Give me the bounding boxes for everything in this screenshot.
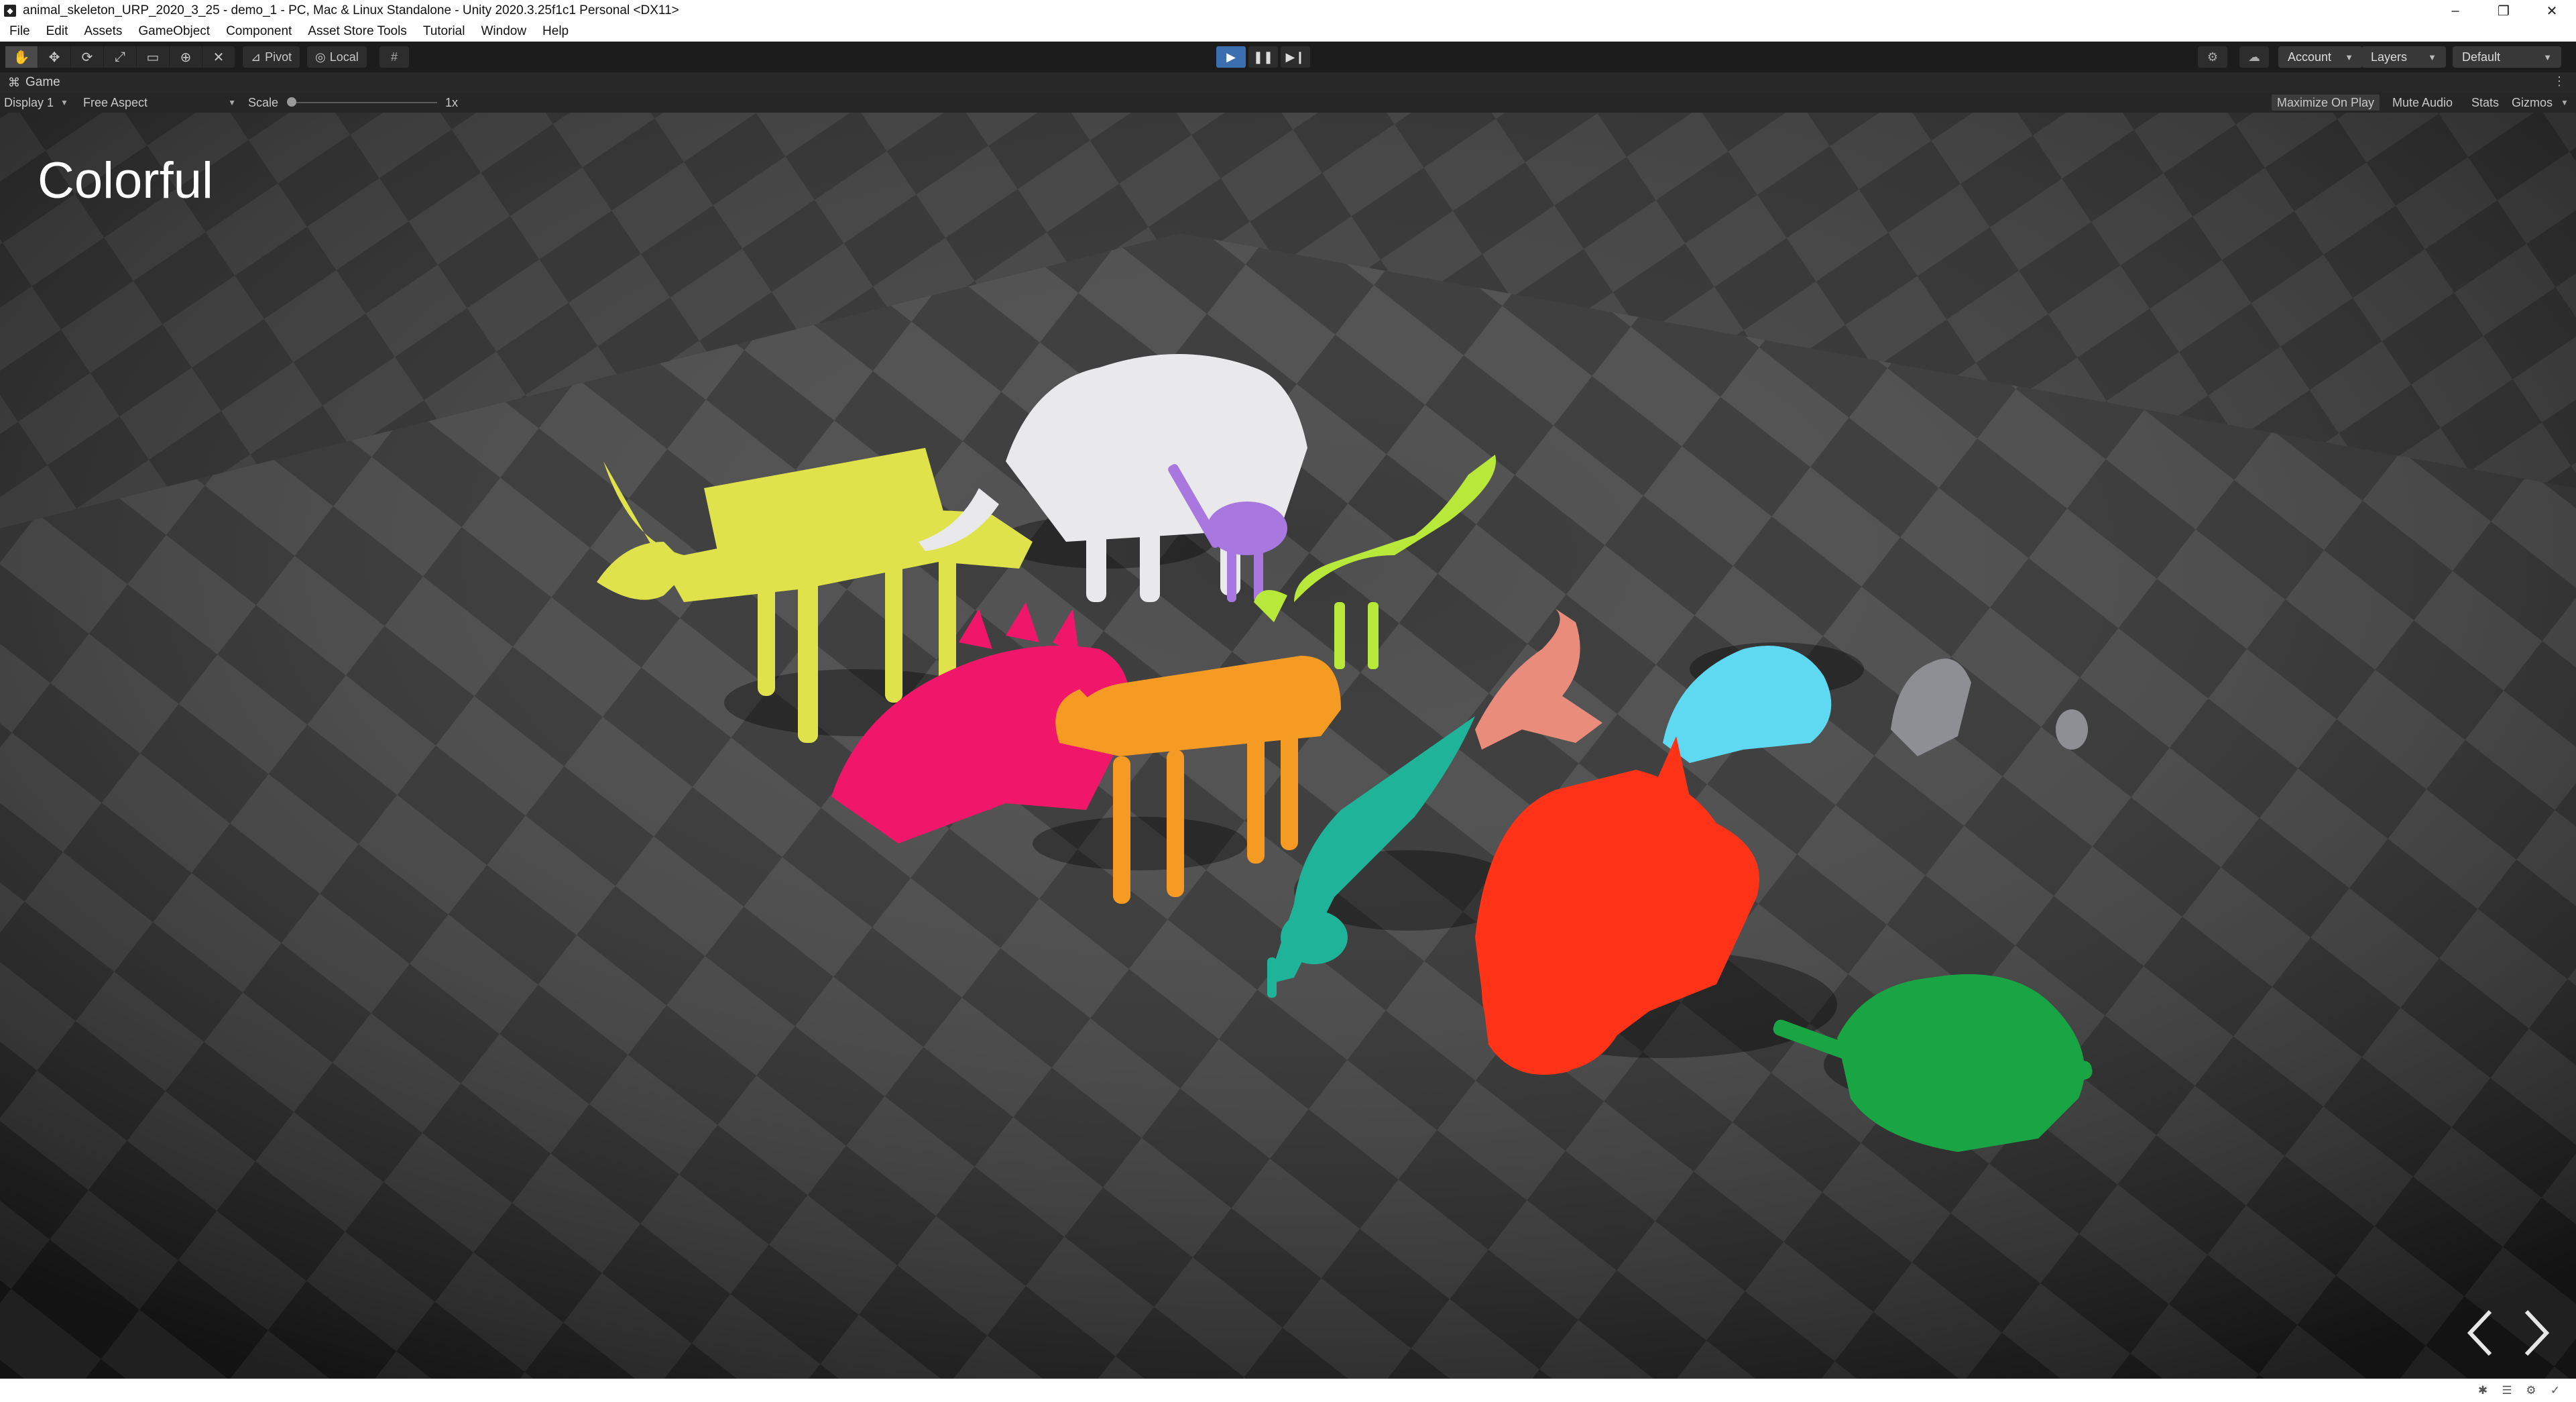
menu-tutorial[interactable]: Tutorial [423, 24, 465, 39]
transform-tool-icon[interactable]: ⊕ [170, 46, 202, 68]
scene-title: Colorful [38, 152, 213, 209]
menu-gameobject[interactable]: GameObject [138, 24, 210, 39]
scale-tool-icon[interactable]: ⤢ [104, 46, 137, 68]
play-icon[interactable]: ▶ [1216, 46, 1246, 68]
chevron-down-icon: ▼ [228, 98, 236, 107]
close-icon[interactable]: ✕ [2528, 0, 2576, 21]
game-tab-bar: ⌘ Game ⋮ [0, 72, 2576, 93]
game-view-controls: Display 1 ▼ Free Aspect ▼ Scale 1x Maxim… [0, 93, 2576, 113]
menu-asset-store-tools[interactable]: Asset Store Tools [308, 24, 407, 39]
layout-label: Default [2462, 50, 2501, 64]
window-title: animal_skeleton_URP_2020_3_25 - demo_1 -… [23, 3, 679, 17]
check-icon[interactable]: ✓ [2546, 1382, 2564, 1399]
account-dropdown[interactable]: Account ▼ [2278, 46, 2363, 68]
maximize-on-play-toggle[interactable]: Maximize On Play [2272, 95, 2380, 111]
menu-component[interactable]: Component [226, 24, 292, 39]
menu-bar: File Edit Assets GameObject Component As… [0, 21, 2576, 42]
local-icon: ◎ [315, 50, 326, 64]
chevron-left-icon[interactable] [2461, 1306, 2508, 1366]
tab-game[interactable]: ⌘ Game [0, 72, 60, 93]
move-tool-icon[interactable]: ✥ [38, 46, 71, 68]
gizmos-toggle[interactable]: Gizmos ▼ [2506, 95, 2574, 111]
collab-icon[interactable]: ⚙ [2198, 46, 2227, 68]
aspect-dropdown[interactable]: Free Aspect ▼ [83, 93, 236, 113]
layers-dropdown[interactable]: Layers ▼ [2361, 46, 2446, 68]
pivot-toggle[interactable]: ⊿ Pivot [243, 46, 300, 68]
chevron-down-icon: ▼ [2345, 52, 2353, 62]
layout-dropdown[interactable]: Default ▼ [2453, 46, 2561, 68]
account-label: Account [2288, 50, 2332, 64]
cloud-icon[interactable]: ☁ [2239, 46, 2269, 68]
display-dropdown[interactable]: Display 1 ▼ [4, 93, 68, 113]
local-toggle[interactable]: ◎ Local [307, 46, 367, 68]
pivot-icon: ⊿ [251, 50, 261, 64]
main-toolbar: ✋ ✥ ⟳ ⤢ ▭ ⊕ ✕ ⊿ Pivot ◎ Local # ▶ ❚❚ ▶❙ … [0, 42, 2576, 73]
chevron-down-icon: ▼ [2561, 98, 2569, 107]
chevron-down-icon: ▼ [2543, 52, 2552, 62]
pause-icon[interactable]: ❚❚ [1248, 46, 1278, 68]
play-controls: ▶ ❚❚ ▶❙ [1216, 46, 1310, 68]
bug-icon[interactable]: ✱ [2474, 1382, 2492, 1399]
hand-tool-icon[interactable]: ✋ [5, 46, 38, 68]
transform-tools: ✋ ✥ ⟳ ⤢ ▭ ⊕ ✕ [5, 46, 235, 68]
gamepad-icon: ⌘ [8, 75, 20, 89]
display-label: Display 1 [4, 95, 54, 109]
chevron-down-icon: ▼ [2428, 52, 2437, 62]
mute-audio-toggle[interactable]: Mute Audio [2387, 95, 2458, 111]
custom-tool-icon[interactable]: ✕ [202, 46, 235, 68]
minimize-icon[interactable]: – [2431, 0, 2479, 21]
restore-icon[interactable]: ❐ [2479, 0, 2528, 21]
pivot-label: Pivot [265, 50, 292, 64]
aspect-label: Free Aspect [83, 95, 148, 109]
game-viewport[interactable]: Colorful [0, 113, 2576, 1379]
settings-icon[interactable]: ⚙ [2522, 1382, 2540, 1399]
menu-file[interactable]: File [9, 24, 30, 39]
tab-game-label: Game [25, 75, 60, 89]
menu-help[interactable]: Help [542, 24, 569, 39]
unity-icon: ◆ [4, 5, 16, 17]
list-icon[interactable]: ☰ [2498, 1382, 2516, 1399]
grid-snap-icon[interactable]: # [379, 46, 409, 68]
rotate-tool-icon[interactable]: ⟳ [71, 46, 104, 68]
rect-tool-icon[interactable]: ▭ [137, 46, 170, 68]
scale-value: 1x [445, 95, 459, 109]
menu-edit[interactable]: Edit [46, 24, 68, 39]
menu-assets[interactable]: Assets [84, 24, 122, 39]
scale-label: Scale [248, 95, 279, 109]
scale-slider-handle[interactable] [287, 97, 296, 107]
gizmos-label: Gizmos [2512, 95, 2553, 109]
stats-toggle[interactable]: Stats [2466, 95, 2504, 111]
menu-window[interactable]: Window [481, 24, 526, 39]
layers-label: Layers [2371, 50, 2408, 64]
scene-render [0, 113, 2576, 1379]
kebab-menu-icon[interactable]: ⋮ [2553, 74, 2565, 89]
window-title-bar: ◆ animal_skeleton_URP_2020_3_25 - demo_1… [0, 0, 2576, 21]
step-icon[interactable]: ▶❙ [1281, 46, 1310, 68]
chevron-down-icon: ▼ [60, 98, 68, 107]
local-label: Local [329, 50, 359, 64]
scale-slider-track[interactable] [290, 102, 437, 103]
status-bar: ✱ ☰ ⚙ ✓ [0, 1379, 2576, 1402]
chevron-right-icon[interactable] [2516, 1306, 2563, 1366]
window-controls: – ❐ ✕ [2431, 0, 2576, 21]
